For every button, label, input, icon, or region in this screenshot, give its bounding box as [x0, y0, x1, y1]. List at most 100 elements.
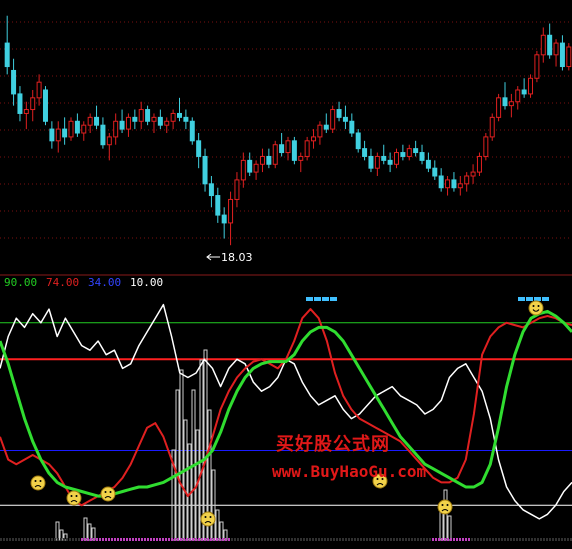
baseline-tick	[288, 538, 290, 541]
baseline-tick	[468, 538, 470, 541]
baseline-tick	[516, 538, 518, 541]
baseline-tick	[297, 538, 299, 541]
baseline-tick	[423, 538, 425, 541]
white-line	[0, 303, 572, 520]
baseline-tick	[429, 538, 431, 541]
candle-up	[304, 140, 310, 157]
sad-face-icon	[100, 486, 116, 502]
baseline-tick	[510, 538, 512, 541]
baseline-tick	[480, 538, 482, 541]
histogram-bar	[443, 489, 448, 541]
baseline-tick	[45, 538, 47, 541]
baseline-tick	[324, 538, 326, 541]
baseline-tick	[15, 538, 17, 541]
baseline-tick	[36, 538, 38, 541]
baseline-tick	[132, 538, 134, 541]
candle-up	[81, 124, 87, 134]
baseline-tick	[498, 538, 500, 541]
baseline-tick	[360, 538, 362, 541]
baseline-tick	[534, 538, 536, 541]
candle-down	[74, 120, 80, 134]
baseline-tick	[294, 538, 296, 541]
candle-down	[400, 152, 406, 157]
baseline-tick	[351, 538, 353, 541]
baseline-tick	[159, 538, 161, 541]
baseline-tick	[483, 538, 485, 541]
signal-bar	[322, 297, 329, 301]
candle-down	[547, 34, 553, 56]
candle-down	[362, 148, 368, 157]
baseline-tick	[408, 538, 410, 541]
candle-up	[393, 152, 399, 165]
indicator-value-34: 34.00	[88, 276, 122, 289]
baseline-tick	[237, 538, 239, 541]
baseline-tick	[69, 538, 71, 541]
watermark-title: 买好股公式网	[276, 434, 390, 455]
signal-markers	[306, 297, 549, 301]
baseline-tick	[120, 538, 122, 541]
baseline-tick	[162, 538, 164, 541]
candle-up	[553, 42, 559, 56]
candle-up	[406, 148, 412, 157]
candle-down	[196, 140, 202, 157]
baseline-tick	[435, 538, 437, 541]
baseline-tick	[411, 538, 413, 541]
baseline-tick	[279, 538, 281, 541]
baseline-tick	[396, 538, 398, 541]
candle-up	[566, 46, 572, 68]
candle-up	[476, 155, 482, 173]
baseline-tick	[72, 538, 74, 541]
baseline-tick	[564, 538, 566, 541]
baseline-tick	[168, 538, 170, 541]
baseline-tick	[144, 538, 146, 541]
sad-face-icon	[66, 490, 82, 506]
baseline-tick	[519, 538, 521, 541]
baseline-tick	[486, 538, 488, 541]
baseline-tick	[432, 538, 434, 541]
baseline-tick	[333, 538, 335, 541]
baseline-tick	[183, 538, 185, 541]
baseline-tick	[315, 538, 317, 541]
baseline-tick	[546, 538, 548, 541]
low-price-marker: 18.03	[206, 251, 253, 264]
baseline-tick	[201, 538, 203, 541]
baseline-tick	[246, 538, 248, 541]
candle-down	[100, 124, 106, 146]
candle-down	[94, 116, 100, 126]
baseline-tick	[318, 538, 320, 541]
histogram-bar	[87, 523, 92, 541]
candle-up	[311, 136, 317, 142]
histogram-bar	[179, 369, 184, 541]
baseline-tick	[378, 538, 380, 541]
baseline-tick	[336, 538, 338, 541]
candle-up	[330, 109, 336, 130]
baseline-tick	[489, 538, 491, 541]
baseline-tick	[234, 538, 236, 541]
baseline-tick	[216, 538, 218, 541]
baseline-tick	[417, 538, 419, 541]
baseline-tick	[114, 538, 116, 541]
face-eye	[70, 495, 73, 497]
baseline-tick	[309, 538, 311, 541]
baseline-tick	[93, 538, 95, 541]
baseline-tick	[177, 538, 179, 541]
histogram-bar	[175, 389, 180, 541]
baseline-tick	[357, 538, 359, 541]
baseline-tick	[207, 538, 209, 541]
candle-up	[515, 89, 521, 103]
baseline-tick	[129, 538, 131, 541]
candle-down	[425, 159, 431, 169]
candle-up	[55, 128, 61, 142]
baseline-tick	[261, 538, 263, 541]
watermark-url: www.BuyHaoGu.com	[272, 462, 427, 481]
baseline-tick	[135, 538, 137, 541]
baseline-tick	[156, 538, 158, 541]
candle-down	[145, 109, 151, 122]
candle-down	[559, 42, 565, 68]
candle-down	[215, 195, 221, 216]
histogram-bar	[219, 521, 224, 541]
face-eye	[209, 516, 212, 518]
baseline-tick	[126, 538, 128, 541]
candle-down	[202, 155, 208, 185]
candle-up	[483, 136, 489, 157]
